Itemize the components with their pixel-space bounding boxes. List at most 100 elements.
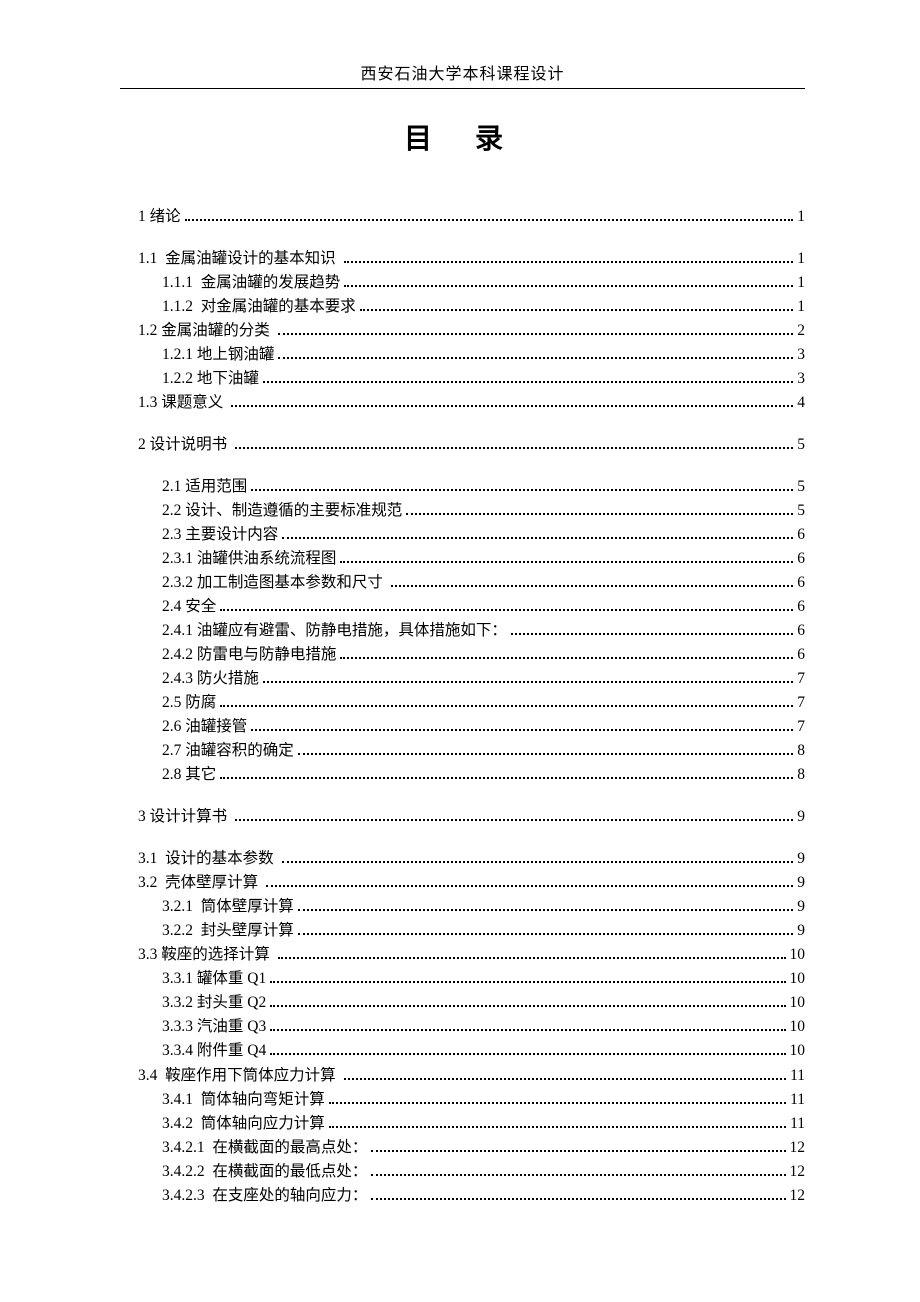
- toc-leader-dots: [298, 909, 793, 911]
- toc-leader-dots: [185, 219, 794, 221]
- toc-entry-page: 9: [797, 805, 805, 829]
- toc-entry: 3.3.1 罐体重 Q1 10: [120, 967, 805, 991]
- toc-entry: 1.2.2 地下油罐 3: [120, 367, 805, 391]
- toc-leader-dots: [298, 933, 793, 935]
- header-rule: [120, 88, 805, 89]
- toc-entry-page: 11: [790, 1064, 805, 1088]
- toc-entry-page: 3: [797, 343, 805, 367]
- toc-entry-page: 1: [797, 247, 805, 271]
- toc-entry-label: 2.2 设计、制造遵循的主要标准规范: [162, 499, 402, 523]
- toc-leader-dots: [235, 447, 793, 449]
- toc-leader-dots: [329, 1126, 786, 1128]
- toc-entry: 3.2.2 封头壁厚计算 9: [120, 919, 805, 943]
- toc-entry-label: 1.1.1 金属油罐的发展趋势: [162, 271, 340, 295]
- toc-entry-label: 1.2.2 地下油罐: [162, 367, 259, 391]
- toc-leader-dots: [270, 1053, 785, 1055]
- toc-entry: 1 绪论 1: [120, 205, 805, 229]
- toc-entry: 3.4.2 筒体轴向应力计算11: [120, 1112, 805, 1136]
- toc-entry: 2.3.1 油罐供油系统流程图6: [120, 547, 805, 571]
- toc-entry: 1.2.1 地上钢油罐 3: [120, 343, 805, 367]
- toc-entry-label: 2.3.2 加工制造图基本参数和尺寸: [162, 571, 387, 595]
- toc-entry: 3.4.2.1 在横截面的最高点处：12: [120, 1136, 805, 1160]
- toc-leader-dots: [344, 285, 793, 287]
- toc-leader-dots: [278, 333, 794, 335]
- toc-entry-label: 2.3 主要设计内容: [162, 523, 278, 547]
- toc-entry: 2.5 防腐7: [120, 691, 805, 715]
- toc-entry-label: 3.3.1 罐体重 Q1: [162, 967, 266, 991]
- toc-leader-dots: [251, 489, 793, 491]
- toc-entry: 1.1 金属油罐设计的基本知识 1: [120, 247, 805, 271]
- toc-entry-label: 1 绪论: [138, 205, 181, 229]
- toc-leader-dots: [220, 705, 793, 707]
- toc-entry-label: 3.3.4 附件重 Q4: [162, 1039, 266, 1063]
- toc-entry-page: 10: [790, 943, 806, 967]
- toc-entry-page: 5: [797, 499, 805, 523]
- toc-entry-label: 2.4.1 油罐应有避雷、防静电措施，具体措施如下：: [162, 619, 507, 643]
- toc-entry-label: 1.2 金属油罐的分类: [138, 319, 274, 343]
- toc-entry: 3.4.2.3 在支座处的轴向应力：12: [120, 1184, 805, 1208]
- toc-entry-page: 4: [797, 391, 805, 415]
- toc-entry-page: 9: [797, 871, 805, 895]
- toc-entry: 3.3.4 附件重 Q4 10: [120, 1039, 805, 1063]
- toc-leader-dots: [266, 885, 793, 887]
- toc-leader-dots: [278, 957, 786, 959]
- toc-leader-dots: [231, 405, 793, 407]
- toc-leader-dots: [340, 657, 793, 659]
- toc-leader-dots: [511, 633, 793, 635]
- toc-entry: 3.2 壳体壁厚计算 9: [120, 871, 805, 895]
- toc-leader-dots: [220, 609, 793, 611]
- toc-leader-dots: [344, 261, 794, 263]
- toc-leader-dots: [251, 729, 793, 731]
- toc-entry: 3.3 鞍座的选择计算 10: [120, 943, 805, 967]
- toc-entry: 3 设计计算书 9: [120, 805, 805, 829]
- toc-entry-page: 10: [790, 967, 806, 991]
- toc-leader-dots: [391, 585, 793, 587]
- toc-entry-page: 10: [790, 1039, 806, 1063]
- toc-entry-label: 2.7 油罐容积的确定: [162, 739, 294, 763]
- toc-entry-page: 3: [797, 367, 805, 391]
- toc-leader-dots: [371, 1150, 785, 1152]
- toc-entry-page: 9: [797, 919, 805, 943]
- toc-entry-page: 1: [797, 205, 805, 229]
- toc-entry-page: 6: [797, 523, 805, 547]
- toc-entry-page: 11: [790, 1112, 805, 1136]
- toc-entry-page: 7: [797, 715, 805, 739]
- toc-entry: 2 设计说明书 5: [120, 433, 805, 457]
- toc-entry-label: 3.1 设计的基本参数: [138, 847, 278, 871]
- toc-leader-dots: [263, 681, 793, 683]
- toc-entry: 3.4 鞍座作用下筒体应力计算 11: [120, 1064, 805, 1088]
- toc-entry-label: 2.1 适用范围: [162, 475, 247, 499]
- toc-entry: 3.3.3 汽油重 Q3 10: [120, 1015, 805, 1039]
- toc-entry-label: 3.2.1 筒体壁厚计算: [162, 895, 294, 919]
- page-title: 目 录: [120, 117, 805, 157]
- toc-entry-label: 2.4.3 防火措施: [162, 667, 259, 691]
- toc-entry: 3.4.2.2 在横截面的最低点处：12: [120, 1160, 805, 1184]
- toc-entry-label: 3.2.2 封头壁厚计算: [162, 919, 294, 943]
- toc-entry-label: 1.1.2 对金属油罐的基本要求: [162, 295, 356, 319]
- toc-leader-dots: [371, 1198, 785, 1200]
- toc-entry: 2.4.1 油罐应有避雷、防静电措施，具体措施如下：6: [120, 619, 805, 643]
- toc-leader-dots: [406, 513, 793, 515]
- toc-entry-page: 7: [797, 691, 805, 715]
- toc-entry-page: 9: [797, 895, 805, 919]
- toc-entry: 2.4.2 防雷电与防静电措施6: [120, 643, 805, 667]
- toc-entry: 2.6 油罐接管 7: [120, 715, 805, 739]
- toc-entry: 2.4.3 防火措施7: [120, 667, 805, 691]
- toc-entry-label: 3.4.2.1 在横截面的最高点处：: [162, 1136, 367, 1160]
- toc-entry-label: 3.3.3 汽油重 Q3: [162, 1015, 266, 1039]
- toc-entry-label: 1.2.1 地上钢油罐: [162, 343, 274, 367]
- toc-entry-page: 6: [797, 547, 805, 571]
- toc-entry-label: 1.1 金属油罐设计的基本知识: [138, 247, 340, 271]
- toc-leader-dots: [220, 777, 793, 779]
- toc-entry-page: 9: [797, 847, 805, 871]
- toc-entry-label: 2.6 油罐接管: [162, 715, 247, 739]
- toc-entry-page: 5: [797, 475, 805, 499]
- toc-entry-page: 10: [790, 1015, 806, 1039]
- toc-entry-label: 3.2 壳体壁厚计算: [138, 871, 262, 895]
- toc-leader-dots: [282, 861, 794, 863]
- toc-entry-label: 1.3 课题意义: [138, 391, 227, 415]
- toc-entry: 2.3 主要设计内容 6: [120, 523, 805, 547]
- toc-entry-page: 8: [797, 763, 805, 787]
- toc-leader-dots: [298, 753, 793, 755]
- toc-entry-page: 12: [790, 1184, 806, 1208]
